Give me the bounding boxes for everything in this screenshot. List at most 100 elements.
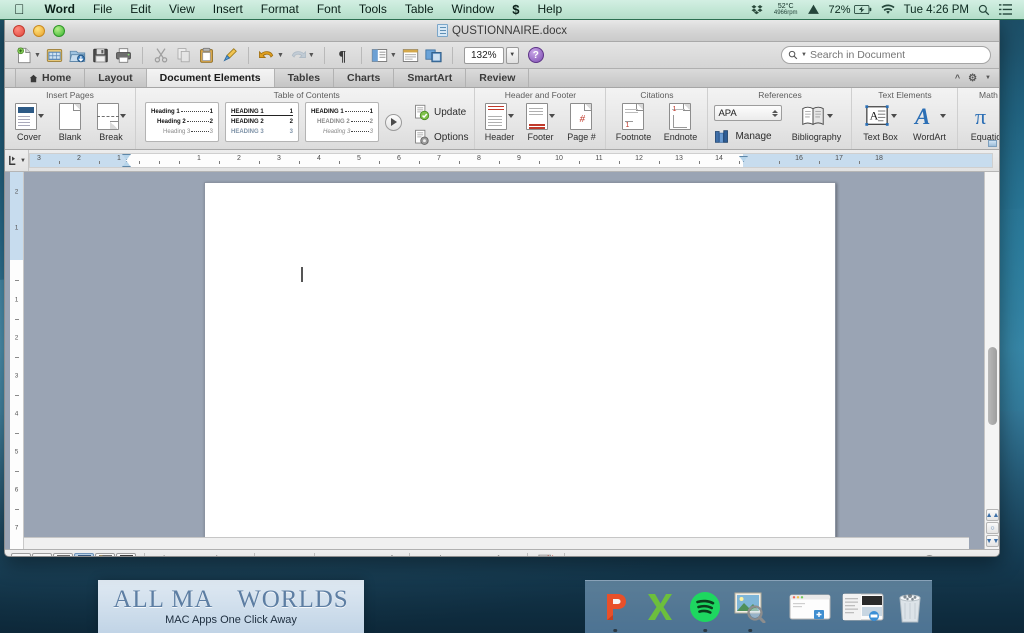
equation-caret-icon[interactable]: [998, 114, 999, 118]
header-caret-icon[interactable]: [507, 114, 514, 118]
tab-tables[interactable]: Tables: [274, 69, 335, 87]
toc-style-2[interactable]: HEADING 1 1 HEADING 2 2 HEADING 3 3: [225, 102, 299, 142]
header-button[interactable]: Header: [481, 101, 517, 142]
footer-button[interactable]: Footer: [522, 101, 558, 142]
notification-center-icon[interactable]: [999, 4, 1012, 15]
footnote-button[interactable]: 1 Footnote: [612, 101, 654, 142]
tab-smartart[interactable]: SmartArt: [394, 69, 467, 87]
media-browser-button[interactable]: [423, 44, 445, 66]
horizontal-scrollbar[interactable]: [24, 537, 969, 549]
search-input[interactable]: [809, 49, 984, 61]
menu-bar-clock[interactable]: Tue 4:26 PM: [904, 4, 969, 16]
bibliography-caret-icon[interactable]: [826, 114, 833, 118]
paste-button[interactable]: [196, 44, 218, 66]
undo-button[interactable]: [256, 44, 278, 66]
temperature-indicator[interactable]: 52°C 4966rpm: [772, 3, 798, 17]
menu-item-window[interactable]: Window: [443, 0, 504, 19]
show-formatting-button[interactable]: ¶: [332, 44, 354, 66]
menu-item-tools[interactable]: Tools: [350, 0, 396, 19]
spell-check-icon[interactable]: [526, 552, 564, 556]
toc-update-button[interactable]: Update: [413, 102, 468, 123]
menu-item-table[interactable]: Table: [396, 0, 443, 19]
help-button[interactable]: ?: [527, 47, 544, 63]
wordart-button[interactable]: A WordArt: [907, 101, 951, 142]
endnote-button[interactable]: 1 Endnote: [659, 101, 701, 142]
toc-style-1[interactable]: Heading 1 1 Heading 2 2 Heading 3 3: [145, 102, 219, 142]
toc-style-3[interactable]: HEADING 1 1 HEADING 2 2 Heading 3 3: [305, 102, 379, 142]
page-break-caret-icon[interactable]: [119, 114, 126, 118]
new-document-button[interactable]: [13, 44, 35, 66]
toc-options-button[interactable]: Options: [413, 127, 468, 148]
dock-mail-window[interactable]: [842, 588, 884, 626]
search-icon[interactable]: [978, 4, 990, 16]
select-browse-object-button[interactable]: ○: [986, 522, 999, 534]
zoom-stepper[interactable]: ▼: [505, 46, 519, 64]
dock-powerpoint[interactable]: [598, 588, 632, 632]
dock-preview[interactable]: [733, 588, 767, 632]
menu-item-help[interactable]: Help: [528, 0, 571, 19]
notebook-layout-view-button[interactable]: [95, 552, 115, 556]
full-screen-view-button[interactable]: [116, 552, 136, 556]
vertical-ruler[interactable]: 2 1 1 2 3 4 5 6 7: [10, 172, 24, 549]
format-painter-button[interactable]: [219, 44, 241, 66]
page-number-button[interactable]: # Page #: [563, 101, 599, 142]
next-page-button[interactable]: ▼▼: [986, 535, 999, 547]
gear-icon[interactable]: ⚙: [968, 73, 977, 84]
tab-home[interactable]: Home: [15, 69, 86, 87]
notebook-layout-button[interactable]: [400, 44, 422, 66]
tab-layout[interactable]: Layout: [85, 69, 147, 87]
equation-button[interactable]: π Equation: [964, 101, 999, 142]
zoom-slider[interactable]: [872, 555, 972, 556]
sidebar-caret-icon[interactable]: ▼: [390, 52, 397, 59]
page-scroll-region[interactable]: [24, 172, 984, 549]
menu-item-word[interactable]: Word: [36, 0, 84, 19]
search-dropdown-caret-icon[interactable]: ▼: [801, 52, 807, 58]
battery-status[interactable]: 72%: [829, 4, 872, 16]
dock-spotify[interactable]: [688, 588, 722, 632]
cut-button[interactable]: [150, 44, 172, 66]
currency-icon[interactable]: $: [503, 0, 528, 19]
previous-page-button[interactable]: ▲▲: [986, 509, 999, 521]
tab-stop-selector[interactable]: ▼: [5, 150, 29, 171]
bibliography-button[interactable]: Bibliography: [787, 101, 845, 142]
print-layout-view-button[interactable]: [74, 552, 94, 556]
menu-item-view[interactable]: View: [160, 0, 204, 19]
apple-menu-icon[interactable]: : [8, 1, 36, 18]
open-button[interactable]: [67, 44, 89, 66]
redo-caret-icon[interactable]: ▼: [308, 52, 315, 59]
copy-button[interactable]: [173, 44, 195, 66]
dropbox-icon[interactable]: [751, 4, 763, 16]
print-button[interactable]: [113, 44, 135, 66]
dock-excel[interactable]: [643, 588, 677, 626]
wifi-icon[interactable]: [881, 4, 895, 15]
menu-item-edit[interactable]: Edit: [121, 0, 160, 19]
draft-view-button[interactable]: [11, 552, 31, 556]
horizontal-ruler[interactable]: 321 123 456 789 10 11 12 13 14 16 17 18: [29, 153, 993, 168]
menu-item-format[interactable]: Format: [252, 0, 308, 19]
text-box-button[interactable]: A Text Box: [858, 101, 902, 142]
dock-trash[interactable]: [895, 588, 925, 626]
open-recent-button[interactable]: [44, 44, 66, 66]
page-break-button[interactable]: Break: [93, 101, 129, 142]
sidebar-button[interactable]: [369, 44, 391, 66]
more-styles-icon[interactable]: [385, 113, 402, 131]
blank-page-button[interactable]: Blank: [52, 101, 88, 142]
document-page[interactable]: [204, 182, 836, 542]
text-box-caret-icon[interactable]: [890, 114, 897, 118]
tab-document-elements[interactable]: Document Elements: [146, 69, 275, 87]
menu-item-insert[interactable]: Insert: [204, 0, 252, 19]
publishing-layout-view-button[interactable]: [53, 552, 73, 556]
gear-caret-icon[interactable]: ▼: [985, 75, 991, 81]
redo-button[interactable]: [287, 44, 309, 66]
zoom-slider-knob[interactable]: [924, 555, 935, 556]
wordart-caret-icon[interactable]: [939, 114, 946, 118]
search-field-wrapper[interactable]: ▼: [781, 46, 991, 64]
vertical-scrollbar-thumb[interactable]: [988, 347, 997, 425]
new-document-caret-icon[interactable]: ▼: [34, 52, 41, 59]
menu-item-font[interactable]: Font: [308, 0, 350, 19]
cloud-icon[interactable]: [807, 4, 820, 15]
undo-caret-icon[interactable]: ▼: [277, 52, 284, 59]
ribbon-resize-nub[interactable]: [988, 140, 997, 147]
zoom-value-field[interactable]: 132%: [463, 46, 504, 64]
footer-caret-icon[interactable]: [548, 114, 555, 118]
